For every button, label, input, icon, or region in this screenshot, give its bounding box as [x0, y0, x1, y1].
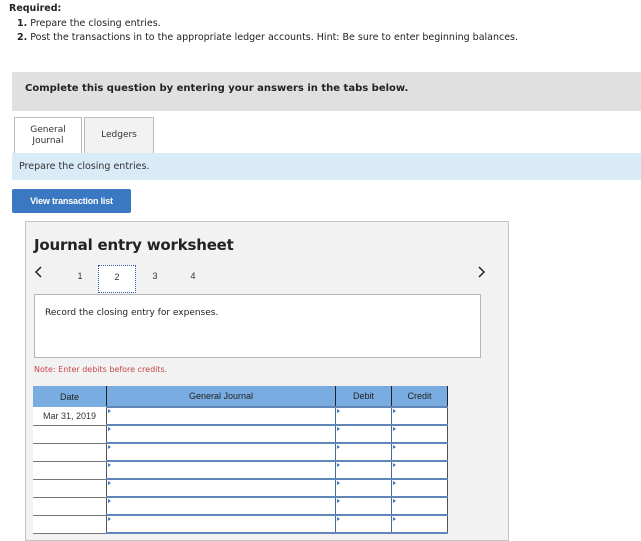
account-input[interactable] [107, 481, 335, 495]
debit-input-cell[interactable] [335, 460, 392, 480]
instruction-text: Complete this question by entering your … [25, 83, 409, 94]
account-input-cell[interactable] [106, 478, 336, 498]
entry-prompt-text: Record the closing entry for expenses. [45, 308, 219, 318]
debit-input-cell[interactable] [335, 496, 392, 516]
credit-input-cell[interactable] [391, 406, 448, 426]
credit-input[interactable] [392, 427, 447, 441]
account-input-cell[interactable] [106, 460, 336, 480]
debit-input-cell[interactable] [335, 424, 392, 444]
account-input-cell[interactable] [106, 406, 336, 426]
account-input-cell[interactable] [106, 514, 336, 534]
account-input-cell[interactable] [106, 424, 336, 444]
debit-input[interactable] [336, 517, 391, 531]
credit-input[interactable] [392, 445, 447, 459]
debit-input[interactable] [336, 445, 391, 459]
table-row [33, 442, 448, 462]
page-1[interactable]: 1 [61, 265, 99, 293]
view-transaction-list-button[interactable]: View transaction list [12, 189, 131, 213]
chevron-right-icon[interactable] [477, 266, 486, 282]
debit-input[interactable] [336, 409, 391, 423]
debit-input[interactable] [336, 427, 391, 441]
credit-input[interactable] [392, 409, 447, 423]
header-date: Date [33, 386, 107, 407]
instruction-banner: Complete this question by entering your … [12, 72, 641, 111]
required-title: Required: [9, 3, 62, 14]
debit-credit-note: Note: Enter debits before credits. [34, 365, 168, 374]
account-input-cell[interactable] [106, 496, 336, 516]
credit-input-cell[interactable] [391, 424, 448, 444]
worksheet-title: Journal entry worksheet [34, 236, 234, 254]
required-item-2: 2. Post the transactions in to the appro… [17, 32, 519, 43]
journal-entry-worksheet: Journal entry worksheet 1 2 3 4 Record t… [25, 221, 509, 541]
account-input[interactable] [107, 409, 335, 423]
tab-instruction-text: Prepare the closing entries. [19, 161, 150, 172]
debit-input[interactable] [336, 463, 391, 477]
debit-input-cell[interactable] [335, 442, 392, 462]
required-item-1: 1. Prepare the closing entries. [17, 17, 161, 29]
date-cell [33, 425, 107, 444]
header-general-journal: General Journal [106, 386, 336, 407]
table-row: Mar 31, 2019 [33, 406, 448, 426]
journal-table-header: Date General Journal Debit Credit [33, 386, 448, 407]
account-input[interactable] [107, 445, 335, 459]
account-input-cell[interactable] [106, 442, 336, 462]
date-cell [33, 479, 107, 498]
credit-input-cell[interactable] [391, 442, 448, 462]
table-row [33, 460, 448, 480]
tab-instruction-strip: Prepare the closing entries. [12, 153, 641, 180]
credit-input[interactable] [392, 481, 447, 495]
credit-input[interactable] [392, 517, 447, 531]
account-input[interactable] [107, 463, 335, 477]
entry-prompt-box: Record the closing entry for expenses. [34, 294, 481, 358]
credit-input[interactable] [392, 463, 447, 477]
debit-input[interactable] [336, 499, 391, 513]
date-cell [33, 515, 107, 534]
header-debit: Debit [335, 386, 392, 407]
debit-input-cell[interactable] [335, 514, 392, 534]
debit-input-cell[interactable] [335, 478, 392, 498]
credit-input-cell[interactable] [391, 496, 448, 516]
debit-input[interactable] [336, 481, 391, 495]
credit-input-cell[interactable] [391, 460, 448, 480]
page-2[interactable]: 2 [98, 265, 136, 293]
date-cell [33, 443, 107, 462]
account-input[interactable] [107, 517, 335, 531]
account-input[interactable] [107, 427, 335, 441]
table-row [33, 514, 448, 534]
credit-input[interactable] [392, 499, 447, 513]
table-row [33, 478, 448, 498]
page-4[interactable]: 4 [174, 265, 212, 293]
journal-table: Date General Journal Debit Credit Mar 31… [33, 386, 448, 534]
table-row [33, 496, 448, 516]
header-credit: Credit [391, 386, 448, 407]
account-input[interactable] [107, 499, 335, 513]
credit-input-cell[interactable] [391, 478, 448, 498]
required-section: Required: 1. Prepare the closing entries… [9, 2, 518, 46]
credit-input-cell[interactable] [391, 514, 448, 534]
date-cell [33, 461, 107, 480]
tab-general-journal[interactable]: General Journal [14, 117, 82, 154]
date-cell: Mar 31, 2019 [33, 407, 107, 426]
date-cell [33, 497, 107, 516]
tab-ledgers[interactable]: Ledgers [84, 117, 154, 153]
page-3[interactable]: 3 [136, 265, 174, 293]
chevron-left-icon[interactable] [34, 266, 43, 282]
debit-input-cell[interactable] [335, 406, 392, 426]
table-row [33, 424, 448, 444]
